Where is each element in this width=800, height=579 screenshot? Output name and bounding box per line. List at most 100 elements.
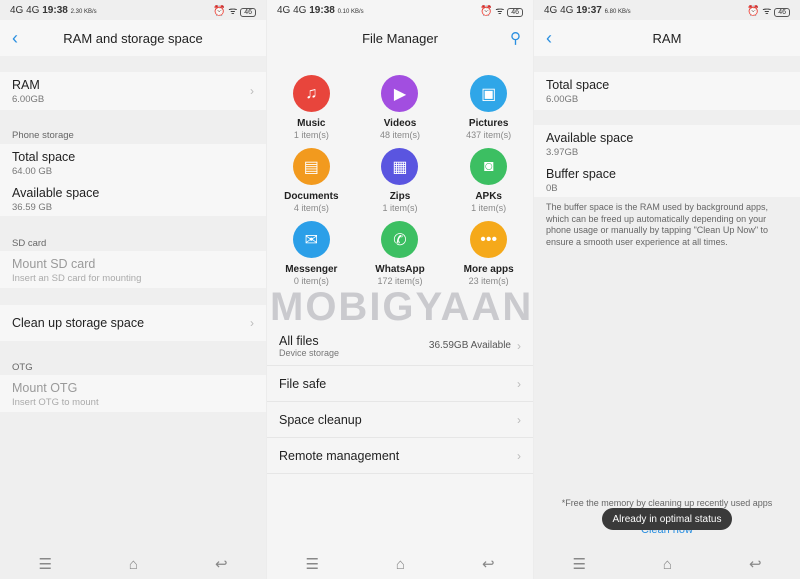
whatsapp-icon: ✆ <box>381 221 419 258</box>
home-icon[interactable]: ⌂ <box>129 556 138 573</box>
storage-screen: 4G 4G 19:38 2.30 KB/s ⏰ ᯤ 46 ‹ RAM and sto… <box>0 0 266 579</box>
total-space-item: Total space 6.00GB <box>534 72 800 110</box>
label: Remote management <box>279 448 400 463</box>
available-space-item: Available space 36.59 GB <box>0 180 266 216</box>
back-nav-icon[interactable]: ↩ <box>482 555 495 573</box>
status-bar: 4G 4G 19:38 2.30 KB/s ⏰ ᯤ 46 <box>0 0 266 20</box>
zips-icon: ▦ <box>381 148 419 185</box>
documents-icon: ▤ <box>292 148 330 185</box>
nav-bar: ☰ ⌂ ↩ <box>0 549 266 579</box>
chevron-right-icon: › <box>517 412 521 427</box>
music-icon: ♫ <box>292 75 330 112</box>
space-cleanup-item[interactable]: Space cleanup › <box>267 402 533 438</box>
clock: 19:38 <box>309 4 335 16</box>
category-messenger[interactable]: ✉ Messenger 0 item(s) <box>267 221 356 286</box>
label: Available space <box>12 186 100 200</box>
label: Buffer space <box>546 167 616 181</box>
chevron-right-icon: › <box>517 338 521 353</box>
label: Clean up storage space <box>12 316 145 330</box>
label: File safe <box>279 376 327 391</box>
search-icon[interactable]: ⚲ <box>510 29 521 47</box>
category-pictures[interactable]: ▣ Pictures 437 item(s) <box>444 75 533 140</box>
label: Mount SD card <box>12 257 96 271</box>
menu-icon[interactable]: ☰ <box>572 555 585 573</box>
ram-label: RAM <box>12 78 40 92</box>
menu-icon[interactable]: ☰ <box>305 555 318 573</box>
buffer-space-item: Buffer space 0B <box>534 161 800 197</box>
mount-sd-item[interactable]: Mount SD card Insert an SD card for mount… <box>0 251 266 288</box>
category-videos[interactable]: ▶ Videos 48 item(s) <box>356 75 445 140</box>
value: 0B <box>546 183 558 194</box>
more-apps-icon: ••• <box>470 221 508 258</box>
clock: 19:37 <box>576 4 602 16</box>
header: File Manager ⚲ <box>267 20 533 56</box>
label: Total space <box>12 150 76 164</box>
available-value: 36.59GB Available <box>428 340 511 351</box>
category-count: 1 item(s) <box>471 203 507 213</box>
battery-icon: 46 <box>240 8 256 17</box>
home-icon[interactable]: ⌂ <box>396 556 405 573</box>
label: Mount OTG <box>12 381 78 395</box>
total-space-item: Total space 64.00 GB <box>0 144 266 180</box>
category-documents[interactable]: ▤ Documents 4 item(s) <box>267 148 356 213</box>
remote-management-item[interactable]: Remote management › <box>267 438 533 474</box>
net-speed: 0.10 KB/s <box>337 8 364 15</box>
value: 64.00 GB <box>12 166 53 177</box>
category-name: Videos <box>383 118 417 129</box>
category-count: 48 item(s) <box>379 130 420 140</box>
ram-value: 6.00GB <box>12 94 45 105</box>
page-title: RAM and storage space <box>63 30 203 46</box>
status-bar: 4G 4G 19:37 6.80 KB/s ⏰ ᯤ 46 <box>534 0 800 20</box>
value: Insert an SD card for mounting <box>12 273 142 284</box>
page-title: RAM <box>652 30 682 46</box>
section-phone-storage: Phone storage <box>12 130 74 141</box>
ram-item[interactable]: RAM 6.00GB › <box>0 72 266 110</box>
section-sd-card: SD card <box>12 238 47 249</box>
back-icon[interactable]: ‹ <box>12 28 18 49</box>
category-apks[interactable]: ◙ APKs 1 item(s) <box>444 148 533 213</box>
label: Available space <box>546 131 634 145</box>
battery-icon: 46 <box>507 8 523 17</box>
header: ‹ RAM <box>534 20 800 56</box>
category-name: More apps <box>463 264 514 275</box>
status-bar: 4G 4G 19:38 0.10 KB/s ⏰ ᯤ 46 <box>267 0 533 20</box>
category-name: Documents <box>284 191 339 202</box>
all-files-item[interactable]: All files Device storage 36.59GB Available… <box>267 326 533 366</box>
home-icon[interactable]: ⌂ <box>663 556 672 573</box>
buffer-description: The buffer space is the RAM used by back… <box>546 202 769 247</box>
file-safe-item[interactable]: File safe › <box>267 366 533 402</box>
label: Total space <box>546 78 610 92</box>
chevron-right-icon: › <box>517 448 521 463</box>
category-more-apps[interactable]: ••• More apps 23 item(s) <box>444 221 533 286</box>
watermark-logo: MOBIGYAAN <box>270 285 534 329</box>
nav-bar: ☰ ⌂ ↩ <box>267 549 533 579</box>
category-name: Messenger <box>285 264 338 275</box>
value: Insert OTG to mount <box>12 397 99 408</box>
category-count: 1 item(s) <box>382 203 418 213</box>
value: 36.59 GB <box>12 202 53 213</box>
net-speed: 2.30 KB/s <box>70 8 97 15</box>
category-zips[interactable]: ▦ Zips 1 item(s) <box>356 148 445 213</box>
back-icon[interactable]: ‹ <box>546 28 552 49</box>
category-name: Zips <box>389 191 411 202</box>
videos-icon: ▶ <box>381 75 419 112</box>
page-title: File Manager <box>362 30 438 46</box>
chevron-right-icon: › <box>250 316 254 330</box>
section-otg: OTG <box>12 362 33 373</box>
menu-icon[interactable]: ☰ <box>38 555 51 573</box>
header: ‹ RAM and storage space <box>0 20 266 56</box>
category-music[interactable]: ♫ Music 1 item(s) <box>267 75 356 140</box>
category-name: APKs <box>475 191 502 202</box>
mount-otg-item[interactable]: Mount OTG Insert OTG to mount <box>0 375 266 412</box>
category-whatsapp[interactable]: ✆ WhatsApp 172 item(s) <box>356 221 445 286</box>
signal-icon: 4G 4G <box>544 4 574 16</box>
category-count: 4 item(s) <box>293 203 329 213</box>
back-nav-icon[interactable]: ↩ <box>215 555 228 573</box>
category-grid: ♫ Music 1 item(s) ▶ Videos 48 item(s) ▣ Picture… <box>267 75 533 286</box>
category-name: Pictures <box>468 118 509 129</box>
clean-up-item[interactable]: Clean up storage space › <box>0 305 266 341</box>
back-nav-icon[interactable]: ↩ <box>749 555 762 573</box>
label: Space cleanup <box>279 412 362 427</box>
ram-screen: 4G 4G 19:37 6.80 KB/s ⏰ ᯤ 46 ‹ RAM Total s… <box>534 0 800 579</box>
net-speed: 6.80 KB/s <box>604 8 631 15</box>
